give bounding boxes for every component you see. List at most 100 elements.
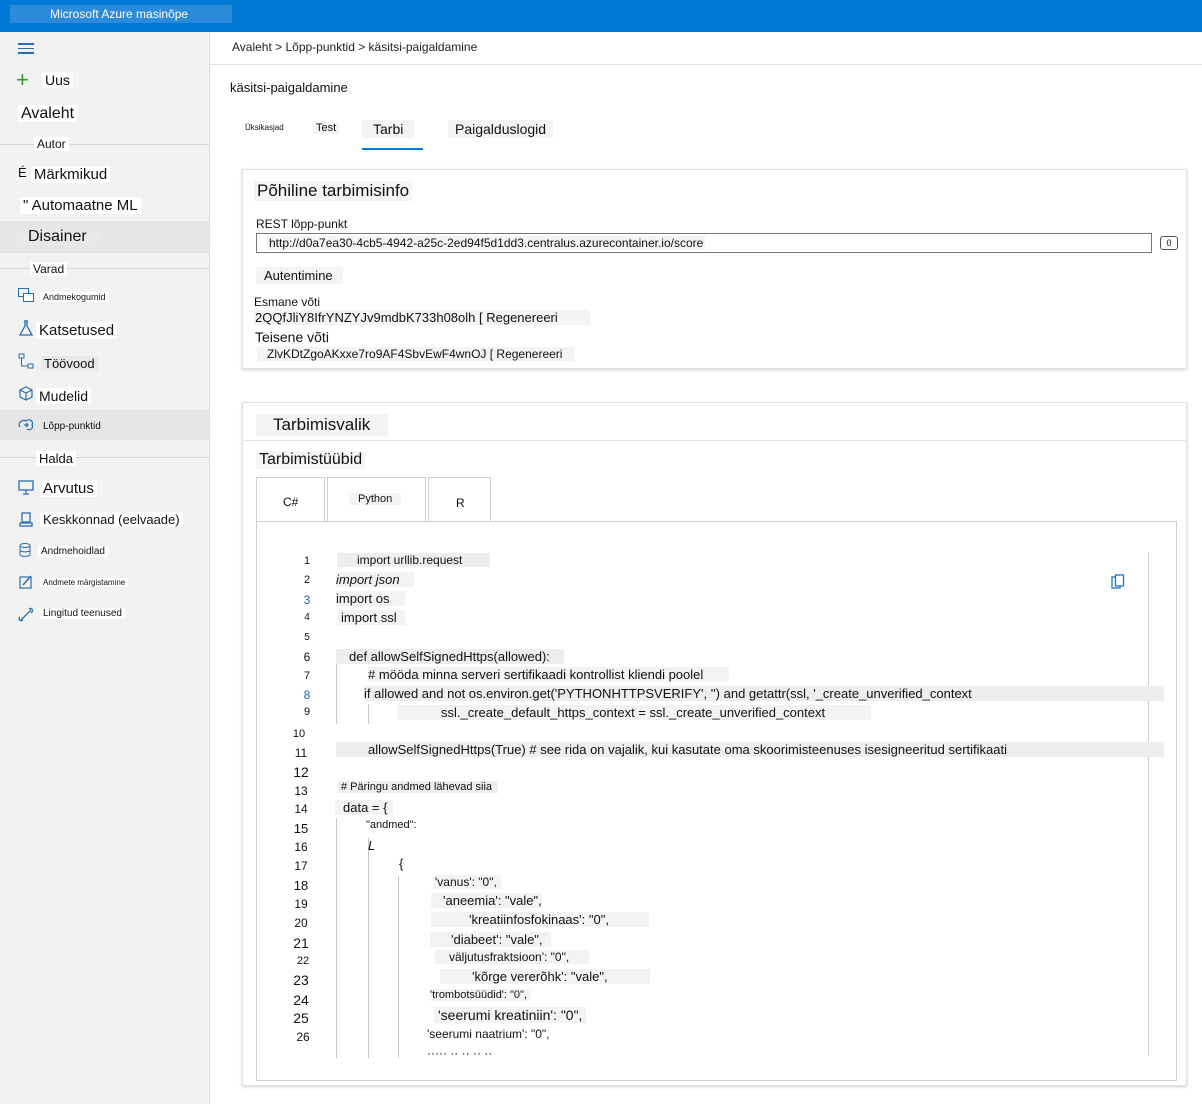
line-number: 13 bbox=[294, 784, 308, 798]
primary-key-value[interactable]: 2QQfJliY8IfrYNZYJv9mdbK733h08olh [ Regen… bbox=[254, 310, 590, 325]
sidebar-item-datasets[interactable]: Andmekogumid bbox=[40, 292, 109, 302]
consumption-options-card: Tarbimisvalik Tarbimistüübid C# Python R… bbox=[242, 402, 1187, 1086]
code-line: # Päringu andmed lähevad siia bbox=[338, 781, 499, 793]
sidebar-item-automl[interactable]: " Automaatne ML bbox=[20, 197, 141, 214]
lang-tab-r-label: R bbox=[456, 496, 465, 510]
sidebar-item-data-labeling[interactable]: Andmete märgistamine bbox=[40, 578, 129, 587]
line-number: 10 bbox=[292, 728, 306, 740]
line-number: 15 bbox=[293, 821, 309, 836]
code-line: L bbox=[368, 838, 376, 853]
code-line: allowSelfSignedHttps(True) # see rida on… bbox=[336, 742, 1164, 757]
code-panel: 1 2 3 4 5 6 7 8 9 10 11 12 13 14 15 16 1… bbox=[256, 521, 1177, 1081]
code-line-partial: ····· ·· ·· ·· ·· bbox=[427, 1046, 493, 1060]
primary-key-label: Esmane võti bbox=[254, 295, 321, 309]
line-number: 7 bbox=[303, 670, 311, 682]
code-line: 'aneemia': "vale", bbox=[431, 893, 542, 908]
linked-services-icon bbox=[18, 607, 34, 628]
line-number: 17 bbox=[294, 859, 308, 873]
main-content: Avaleht > Lõpp-punktid > käsitsi-paigald… bbox=[210, 32, 1202, 1104]
rest-endpoint-field[interactable]: http://d0a7ea30-4cb5-4942-a25c-2ed94f5d1… bbox=[256, 233, 1152, 253]
code-line: väljutusfraktsioon': "0", bbox=[435, 950, 590, 964]
lang-tab-python[interactable]: Python bbox=[327, 477, 426, 521]
environments-icon bbox=[19, 512, 33, 532]
line-number: 26 bbox=[296, 1030, 310, 1044]
code-line: data = { bbox=[335, 800, 394, 815]
pipelines-icon bbox=[18, 353, 34, 374]
models-icon bbox=[19, 386, 33, 406]
sidebar-item-linked-services[interactable]: Lingitud teenused bbox=[40, 608, 125, 619]
breadcrumb[interactable]: Avaleht > Lõpp-punktid > käsitsi-paigald… bbox=[232, 40, 477, 54]
line-number: 25 bbox=[293, 1010, 309, 1026]
sidebar: + Uus Avaleht Autor É Märkmikud " Automa… bbox=[0, 32, 210, 1104]
sidebar-divider bbox=[0, 457, 210, 458]
flask-icon bbox=[18, 320, 34, 341]
sidebar-item-datastores[interactable]: Andmehoidlad bbox=[38, 546, 108, 557]
authentication-label: Autentimine bbox=[256, 267, 343, 284]
sidebar-item-designer[interactable]: Disainer bbox=[14, 228, 101, 246]
lang-tab-csharp[interactable]: C# bbox=[256, 477, 325, 521]
sidebar-item-environments[interactable]: Keskkonnad (eelvaade) bbox=[40, 512, 183, 527]
sidebar-item-pipelines[interactable]: Töövood bbox=[41, 356, 98, 371]
indent-guide bbox=[398, 876, 399, 1058]
code-line: import os bbox=[336, 591, 406, 606]
sidebar-item-experiments[interactable]: Katsetused bbox=[36, 322, 118, 339]
sidebar-divider bbox=[0, 144, 210, 145]
sidebar-item-endpoints[interactable]: Lõpp-punktid bbox=[40, 421, 104, 432]
app-title[interactable]: Microsoft Azure masinõpe bbox=[10, 5, 232, 23]
line-number: 18 bbox=[293, 878, 309, 893]
consumption-options-heading: Tarbimisvalik bbox=[256, 414, 389, 436]
tab-consume-underline bbox=[362, 148, 423, 150]
indent-guide bbox=[336, 818, 337, 1058]
code-line: 'kõrge vererõhk': "vale", bbox=[440, 969, 650, 984]
line-number: 8 bbox=[303, 688, 311, 702]
basic-consumption-heading: Põhiline tarbimisinfo bbox=[254, 181, 413, 201]
lang-tab-csharp-label: C# bbox=[283, 495, 299, 509]
tab-deployment-logs[interactable]: Paigalduslogid bbox=[448, 120, 554, 138]
secondary-key-label: Teisene võti bbox=[255, 329, 329, 345]
code-line: 'diabeet': "vale", bbox=[430, 932, 551, 947]
copy-url-icon[interactable]: 0 bbox=[1160, 236, 1178, 250]
copy-code-icon[interactable] bbox=[1111, 574, 1125, 595]
indent-guide bbox=[368, 704, 369, 724]
line-number: 2 bbox=[303, 574, 311, 586]
code-line: import json bbox=[336, 572, 414, 587]
line-number: 6 bbox=[303, 650, 311, 664]
line-number: 23 bbox=[293, 972, 309, 988]
line-number: 1 bbox=[303, 555, 311, 567]
data-labeling-icon bbox=[19, 575, 33, 594]
code-scrollbar[interactable] bbox=[1148, 552, 1149, 1056]
sidebar-item-compute[interactable]: Arvutus bbox=[40, 480, 97, 497]
code-line: if allowed and not os.environ.get('PYTHO… bbox=[364, 686, 1164, 701]
sidebar-section-manage: Halda bbox=[36, 451, 76, 466]
line-number: 11 bbox=[294, 746, 308, 760]
plus-icon: + bbox=[16, 67, 29, 92]
code-line: 'vanus': "0", bbox=[433, 875, 501, 889]
tab-consume[interactable]: Tarbi bbox=[362, 120, 415, 138]
line-number: 22 bbox=[296, 955, 310, 967]
code-line: import ssl bbox=[337, 610, 405, 625]
line-number: 19 bbox=[294, 897, 308, 911]
secondary-key-value[interactable]: ZlvKDtZgoAKxxe7ro9AF4SbvEwF4wnOJ [ Regen… bbox=[257, 347, 575, 361]
code-line: 'seerumi kreatiniin': "0", bbox=[434, 1007, 587, 1023]
line-number: 3 bbox=[303, 593, 311, 607]
page-title: käsitsi-paigaldamine bbox=[230, 80, 348, 95]
code-line: 'trombotsüüdid': "0", bbox=[430, 989, 532, 1001]
sidebar-section-author: Autor bbox=[34, 137, 69, 151]
tab-details[interactable]: Üksikasjad bbox=[245, 123, 284, 132]
sidebar-item-notebooks[interactable]: É Märkmikud bbox=[18, 165, 111, 183]
breadcrumb-divider bbox=[210, 64, 1202, 65]
line-number: 9 bbox=[303, 706, 311, 718]
code-line: def allowSelfSignedHttps(allowed): bbox=[336, 649, 564, 664]
sidebar-item-new[interactable]: Uus bbox=[42, 72, 73, 88]
consumption-divider bbox=[243, 440, 1186, 441]
sidebar-item-home[interactable]: Avaleht bbox=[18, 105, 78, 123]
lang-tab-r[interactable]: R bbox=[428, 477, 491, 521]
compute-icon bbox=[18, 480, 34, 500]
hamburger-menu-icon[interactable] bbox=[18, 43, 34, 54]
notebook-icon: É bbox=[18, 165, 27, 180]
code-line: # mööda minna serveri sertifikaadi kontr… bbox=[368, 667, 730, 682]
code-line: ssl._create_default_https_context = ssl.… bbox=[397, 705, 872, 720]
tab-test[interactable]: Test bbox=[313, 122, 340, 134]
basic-consumption-card: Põhiline tarbimisinfo REST lõpp-punkt ht… bbox=[242, 169, 1187, 369]
sidebar-item-models[interactable]: Mudelid bbox=[36, 388, 92, 404]
